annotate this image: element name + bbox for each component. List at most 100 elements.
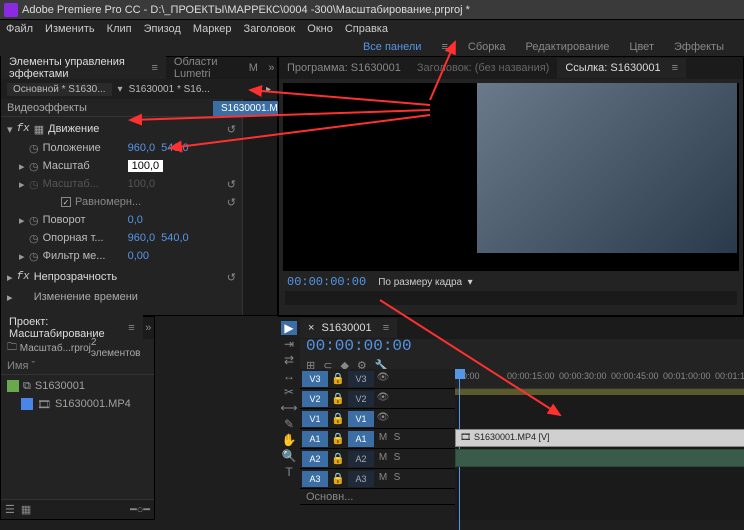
timeline-audio-clip[interactable]	[455, 449, 744, 467]
track-v3-header[interactable]: V3🔒V3👁	[300, 369, 455, 389]
color-label-icon	[21, 398, 33, 410]
timeline-canvas[interactable]: 00:00 00:00:15:00 00:00:30:00 00:00:45:0…	[455, 369, 744, 520]
master-track-header[interactable]: Основн...	[300, 489, 455, 505]
anchor-x-value[interactable]: 960,0	[128, 232, 156, 244]
tabs-overflow-icon[interactable]: »	[143, 322, 154, 334]
eye-icon[interactable]: 👁	[376, 392, 390, 406]
reset-icon[interactable]: ↺	[227, 178, 236, 191]
tab-timeline-sequence[interactable]: × S1630001 ≡	[300, 318, 397, 338]
position-x-value[interactable]: 960,0	[128, 142, 156, 154]
tab-title-source[interactable]: Заголовок: (без названия)	[409, 58, 557, 78]
reset-icon[interactable]: ↺	[227, 196, 236, 209]
workspace-all-panels[interactable]: Все панели	[363, 41, 421, 53]
rate-stretch-tool-icon[interactable]: ↔	[283, 369, 295, 383]
track-a3-header[interactable]: A3🔒A3MS	[300, 469, 455, 489]
menu-file[interactable]: Файл	[6, 23, 33, 35]
menu-sequence[interactable]: Эпизод	[144, 23, 181, 35]
chevron-right-icon[interactable]: ▸	[266, 84, 271, 95]
keyframe-stopwatch-icon[interactable]: ◷	[29, 142, 39, 155]
title-bar: Adobe Premiere Pro CC - D:\_ПРОЕКТЫ\МАРР…	[0, 0, 744, 20]
fit-dropdown[interactable]: По размеру кадра ▾	[378, 277, 472, 288]
lock-icon[interactable]: 🔒	[330, 412, 346, 425]
program-viewport[interactable]	[283, 83, 739, 271]
project-item-clip[interactable]: 🎞 S1630001.MP4	[7, 395, 148, 413]
menu-title[interactable]: Заголовок	[244, 23, 296, 35]
track-v2-header[interactable]: V2🔒V2👁	[300, 389, 455, 409]
track-a2-header[interactable]: A2🔒A2MS	[300, 449, 455, 469]
scale-label: Масштаб	[43, 160, 128, 172]
razor-tool-icon[interactable]: ✂	[284, 385, 294, 399]
lock-icon[interactable]: 🔒	[330, 392, 346, 405]
track-v1-header[interactable]: V1🔒V1👁	[300, 409, 455, 429]
position-y-value[interactable]: 540,0	[161, 142, 189, 154]
eye-icon[interactable]: 👁	[376, 372, 390, 386]
tab-reference-monitor[interactable]: Ссылка: S1630001 ≡	[557, 58, 686, 78]
checkbox-icon[interactable]: ✓	[61, 197, 71, 207]
keyframe-stopwatch-icon[interactable]: ◷	[29, 250, 39, 263]
timeline-timecode[interactable]: 00:00:00:00	[306, 337, 412, 355]
antiflicker-row: ▸◷ Фильтр ме... 0,00	[1, 247, 242, 265]
zoom-tool-icon[interactable]: 🔍	[282, 449, 297, 463]
tabs-overflow-icon[interactable]: »	[266, 62, 277, 74]
lock-icon[interactable]: 🔒	[330, 452, 346, 465]
rotation-label: Поворот	[43, 214, 128, 226]
timeremap-effect-header[interactable]: ▸fx Изменение времени	[1, 287, 242, 307]
panel-menu-icon[interactable]: ≡	[151, 62, 157, 74]
workspace-assembly[interactable]: Сборка	[468, 41, 506, 53]
workspace-effects[interactable]: Эффекты	[674, 41, 724, 53]
zoom-slider[interactable]: ━○━	[130, 503, 150, 516]
program-timecode[interactable]: 00:00:00:00	[287, 275, 366, 289]
project-bin-name: Масштаб...rproj	[20, 343, 91, 354]
menu-edit[interactable]: Изменить	[45, 23, 95, 35]
reset-icon[interactable]: ↺	[227, 123, 236, 136]
ripple-tool-icon[interactable]: ⇄	[284, 353, 294, 367]
opacity-effect-header[interactable]: ▸fx Непрозрачность ↺	[1, 267, 242, 287]
workspace-color[interactable]: Цвет	[629, 41, 654, 53]
work-area-bar[interactable]	[455, 389, 744, 395]
list-view-icon[interactable]: ☰	[5, 503, 15, 516]
pen-tool-icon[interactable]: ✎	[284, 417, 294, 431]
track-a1-header[interactable]: A1🔒A1MS	[300, 429, 455, 449]
icon-view-icon[interactable]: ▦	[21, 503, 31, 516]
menu-bar: Файл Изменить Клип Эпизод Маркер Заголов…	[0, 20, 744, 38]
motion-effect-header[interactable]: ▾ fx ▦ Движение ↺	[1, 119, 242, 139]
timeremap-label: Изменение времени	[34, 291, 138, 303]
scale-value-input[interactable]: 100,0	[128, 160, 164, 172]
selection-tool-icon[interactable]: ▶	[281, 321, 296, 335]
keyframe-stopwatch-icon[interactable]: ◷	[29, 214, 39, 227]
keyframe-mini-timeline[interactable]: S1630001.MP4	[242, 99, 277, 315]
hand-tool-icon[interactable]: ✋	[282, 433, 297, 447]
disclosure-triangle-icon[interactable]: ▾	[7, 123, 13, 136]
lock-icon[interactable]: 🔒	[330, 472, 346, 485]
eye-icon[interactable]: 👁	[376, 412, 390, 426]
menu-clip[interactable]: Клип	[107, 23, 132, 35]
workspace-menu-icon[interactable]: ≡	[441, 41, 447, 53]
type-tool-icon[interactable]: T	[285, 465, 292, 479]
project-item-sequence[interactable]: ⧉ S1630001	[7, 377, 148, 395]
disclosure-triangle-icon[interactable]: ▸	[19, 160, 29, 173]
timeline-video-clip[interactable]: 🎞 S1630001.MP4 [V]	[455, 429, 744, 447]
track-select-tool-icon[interactable]: ⇥	[284, 337, 294, 351]
window-title: Adobe Premiere Pro CC - D:\_ПРОЕКТЫ\МАРР…	[22, 4, 470, 16]
menu-marker[interactable]: Маркер	[193, 23, 232, 35]
uniform-scale-row[interactable]: ✓ Равномерн... ↺	[1, 193, 242, 211]
anchor-y-value[interactable]: 540,0	[161, 232, 189, 244]
reset-icon[interactable]: ↺	[227, 271, 236, 284]
source-master-dropdown[interactable]: Основной * S1630...	[7, 83, 112, 96]
program-time-ruler[interactable]	[285, 291, 737, 305]
menu-window[interactable]: Окно	[307, 23, 333, 35]
menu-help[interactable]: Справка	[345, 23, 388, 35]
slip-tool-icon[interactable]: ⟷	[280, 401, 297, 415]
lock-icon[interactable]: 🔒	[330, 432, 346, 445]
project-name-column[interactable]: Имя	[7, 360, 28, 372]
rotation-value[interactable]: 0,0	[128, 214, 143, 226]
keyframe-stopwatch-icon[interactable]: ◷	[29, 160, 39, 173]
lock-icon[interactable]: 🔒	[330, 372, 346, 385]
workspace-editing[interactable]: Редактирование	[526, 41, 610, 53]
sort-icon[interactable]: ˇ	[32, 360, 36, 372]
timeline-ruler[interactable]: 00:00 00:00:15:00 00:00:30:00 00:00:45:0…	[455, 369, 744, 389]
keyframe-stopwatch-icon[interactable]: ◷	[29, 232, 39, 245]
antiflicker-value[interactable]: 0,00	[128, 250, 149, 262]
source-clip-label: S1630001 * S16...	[129, 84, 210, 95]
tab-program-monitor[interactable]: Программа: S1630001	[279, 58, 409, 78]
